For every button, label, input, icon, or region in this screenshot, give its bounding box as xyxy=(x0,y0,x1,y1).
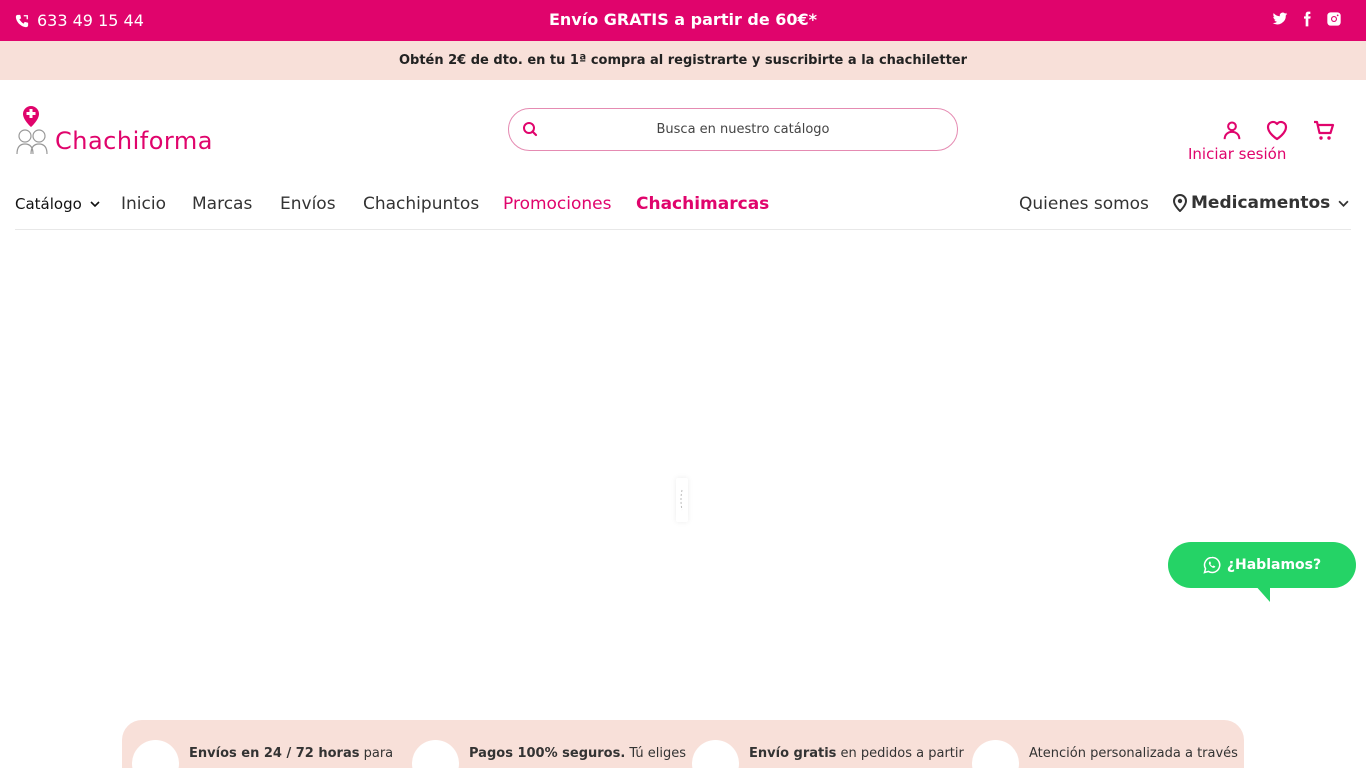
social-links xyxy=(1271,0,1342,38)
feature-text: Pagos 100% seguros. Tú eliges xyxy=(469,746,686,761)
account-area: Iniciar sesión xyxy=(1188,118,1348,168)
facebook-icon[interactable] xyxy=(1298,11,1315,28)
whatsapp-chat-button[interactable]: ¿Hablamos? xyxy=(1168,542,1356,602)
free-shipping-banner: Envío GRATIS a partir de 60€* xyxy=(548,9,818,29)
search-box xyxy=(508,108,958,151)
promo-bar: Obtén 2€ de dto. en tu 1ª compra al regi… xyxy=(0,41,1366,80)
heart-icon[interactable] xyxy=(1265,118,1289,142)
feature-text: Atención personalizada a través xyxy=(1029,746,1238,761)
feature-icon xyxy=(692,740,739,768)
brand-name: Chachiforma xyxy=(55,127,213,155)
user-icon[interactable] xyxy=(1220,118,1244,142)
promo-text: Obtén 2€ de dto. en tu 1ª compra al regi… xyxy=(398,53,968,68)
phone-icon xyxy=(15,14,29,27)
feature-text: Envío gratis en pedidos a partir xyxy=(749,746,964,761)
nav-catalog-label: Catálogo xyxy=(15,195,82,213)
nav-item-chachimarcas[interactable]: Chachimarcas xyxy=(636,194,769,214)
nav-item-chachipuntos[interactable]: Chachipuntos xyxy=(363,194,479,214)
login-link[interactable]: Iniciar sesión xyxy=(1188,145,1286,163)
nav-catalog[interactable]: Catálogo xyxy=(15,195,100,213)
site-logo[interactable]: Chachiforma xyxy=(15,104,255,156)
whatsapp-icon xyxy=(1203,556,1221,574)
search-input[interactable] xyxy=(509,109,957,150)
chevron-down-icon xyxy=(1338,200,1349,207)
nav-item-quienes-somos[interactable]: Quienes somos xyxy=(1019,194,1149,214)
twitter-icon[interactable] xyxy=(1271,11,1288,28)
cart-icon[interactable] xyxy=(1312,118,1336,142)
top-bar: 633 49 15 44 Envío GRATIS a partir de 60… xyxy=(0,0,1366,41)
nav-item-marcas[interactable]: Marcas xyxy=(192,194,252,214)
phone-link[interactable]: 633 49 15 44 xyxy=(15,0,144,41)
nav-item-promociones[interactable]: Promociones xyxy=(503,194,612,214)
feature-icon xyxy=(972,740,1019,768)
feature-icon xyxy=(412,740,459,768)
nav-item-envios[interactable]: Envíos xyxy=(280,194,336,214)
main-nav: Catálogo Inicio Marcas Envíos Chachipunt… xyxy=(15,180,1351,230)
nav-medicamentos-label: Medicamentos xyxy=(1191,193,1331,213)
chevron-down-icon xyxy=(90,201,100,208)
instagram-icon[interactable] xyxy=(1325,11,1342,28)
whatsapp-label: ¿Hablamos? xyxy=(1226,557,1322,573)
logo-icon xyxy=(16,106,48,155)
map-pin-icon xyxy=(1173,194,1187,212)
nav-medicamentos[interactable]: Medicamentos xyxy=(1173,193,1349,213)
search-icon[interactable] xyxy=(522,121,538,137)
phone-number: 633 49 15 44 xyxy=(37,11,144,30)
feature-text: Envíos en 24 / 72 horas para xyxy=(189,746,394,761)
feature-icon xyxy=(132,740,179,768)
bubble-tail xyxy=(1254,584,1270,602)
features-band: Envíos en 24 / 72 horas para Pagos 100% … xyxy=(122,720,1244,768)
loading-spinner xyxy=(676,478,688,522)
nav-item-inicio[interactable]: Inicio xyxy=(121,194,166,214)
